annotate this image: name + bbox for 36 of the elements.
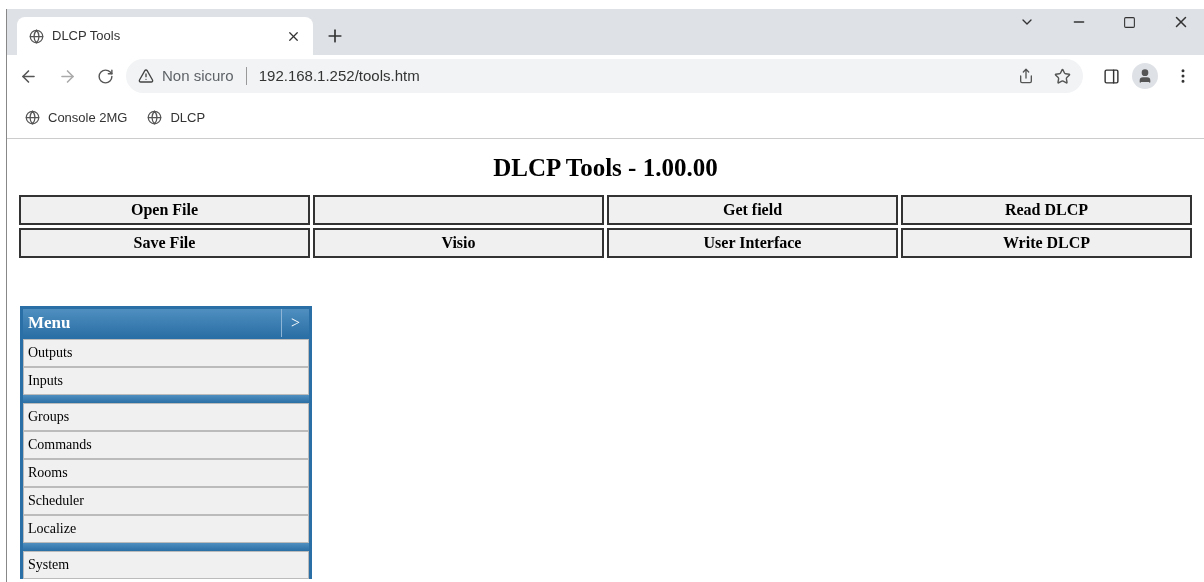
tool-button[interactable]: Open File [19,194,310,225]
side-panel-icon[interactable] [1103,67,1120,85]
warning-icon [138,68,154,84]
share-icon[interactable] [1018,68,1034,84]
url-text: 192.168.1.252/tools.htm [258,65,421,86]
bookmark[interactable]: Console 2MG [25,107,128,128]
address-bar[interactable]: Non sicuro 192.168.1.252/tools.htm [126,59,1083,93]
tool-button[interactable]: Write DLCP [901,227,1192,258]
reload-icon[interactable] [97,67,114,85]
tool-button[interactable]: Save File [19,227,310,258]
page-title: DLCP Tools - 1.00.00 [492,153,719,183]
menu-item[interactable]: System [23,550,309,579]
browser-tab[interactable]: DLCP Tools [17,17,313,55]
globe-icon [29,28,44,44]
globe-icon [147,110,163,125]
security-label: Non sicuro [162,65,234,86]
tool-button[interactable]: Visio [313,227,604,258]
bookmark[interactable]: DLCP [147,107,206,128]
tool-button[interactable]: Read DLCP [901,194,1192,225]
profile-icon[interactable] [1132,63,1158,89]
bookmark-star-icon[interactable] [1054,67,1071,85]
menu-item[interactable]: Commands [23,430,309,459]
globe-icon [25,110,40,125]
menu-item[interactable]: Inputs [23,366,309,395]
menu-item[interactable]: Scheduler [23,486,309,515]
menu-title: Menu [27,311,72,334]
menu-toggle[interactable]: > [281,308,309,337]
tab-title: DLCP Tools [52,27,122,46]
menu-item[interactable]: Localize [23,514,309,543]
empty-button[interactable] [313,194,604,225]
menu-item[interactable]: Groups [23,402,309,431]
menu-item[interactable]: Outputs [23,338,309,367]
menu-item[interactable]: Rooms [23,458,309,487]
tool-button[interactable]: Get field [607,194,898,225]
tool-button[interactable]: User Interface [607,227,898,258]
maximize-icon[interactable] [1123,15,1136,29]
